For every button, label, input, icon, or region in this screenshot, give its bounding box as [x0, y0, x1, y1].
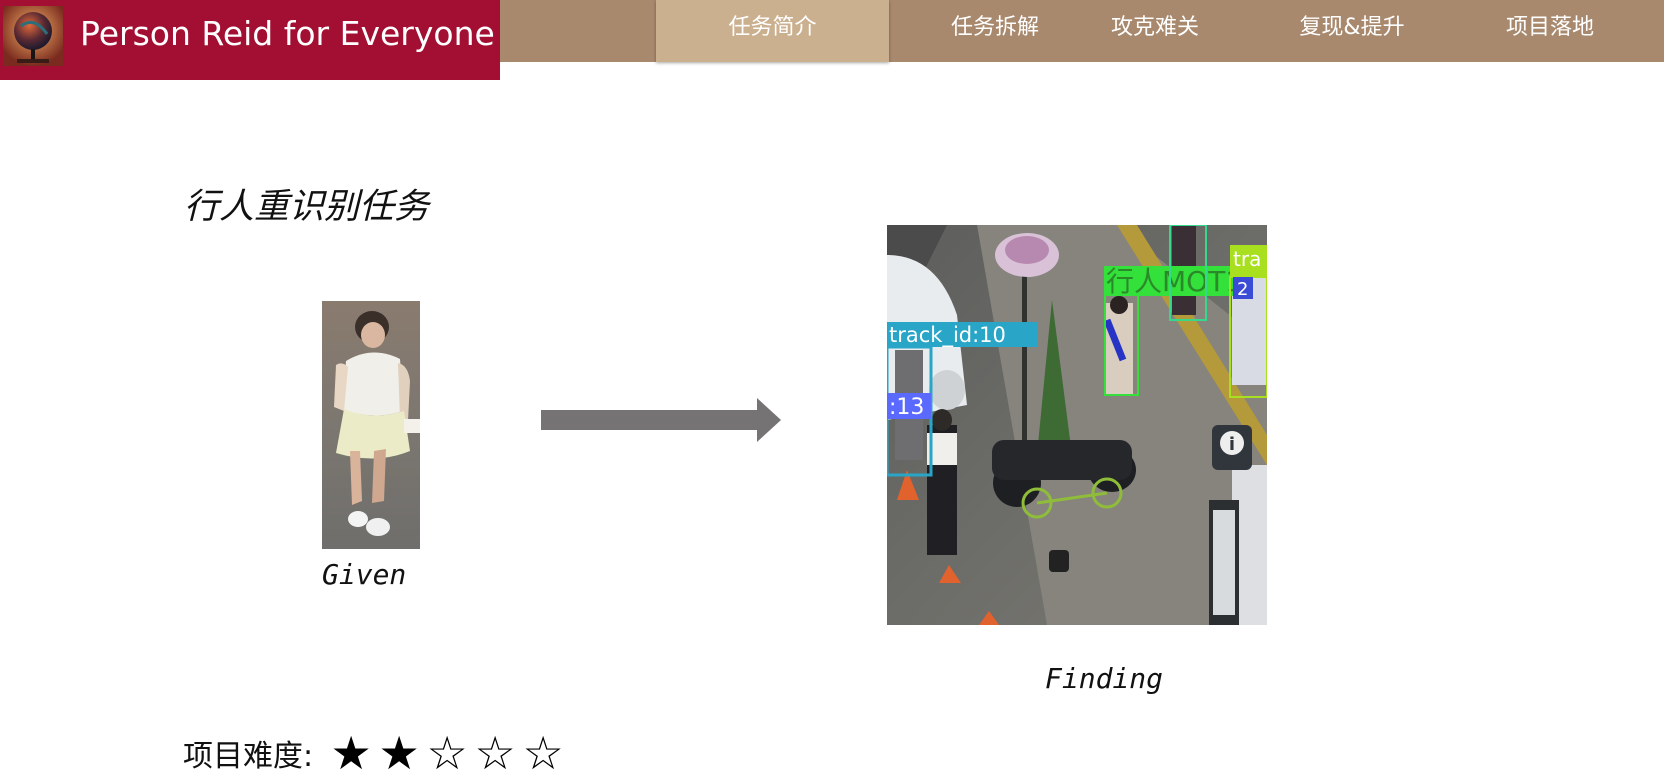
star-filled-icon: ★ — [330, 726, 372, 780]
tracking-scene-image: i 行人MOT1 tra 2 track_id:10 :13 — [885, 224, 1268, 625]
logo-icon — [3, 6, 63, 66]
brand-title: Person Reid for Everyone — [80, 14, 495, 53]
track-label-partial: tra — [1233, 247, 1261, 271]
star-rating: ★ ★ ☆ ☆ ☆ — [325, 730, 565, 776]
query-caption: Given — [322, 558, 407, 591]
query-pedestrian-image — [322, 301, 420, 549]
brand-banner[interactable]: Person Reid for Everyone — [0, 0, 500, 80]
track-label-10: track_id:10 — [889, 323, 1006, 348]
nav-item-challenges[interactable]: 攻克难关 — [1090, 0, 1220, 62]
info-icon: i — [1229, 434, 1235, 455]
star-filled-icon: ★ — [378, 726, 420, 780]
track-label-13: :13 — [889, 395, 924, 420]
star-empty-icon: ☆ — [474, 726, 516, 780]
nav-item-reproduce-improve[interactable]: 复现&提升 — [1282, 0, 1422, 62]
star-empty-icon: ☆ — [522, 726, 564, 780]
arrow-right-icon — [541, 398, 781, 442]
nav-item-task-breakdown[interactable]: 任务拆解 — [930, 0, 1060, 62]
result-caption: Finding — [1045, 662, 1164, 695]
track-label-mot: 行人MOT1 — [1106, 265, 1243, 298]
track-label-2: 2 — [1237, 279, 1248, 300]
difficulty-label: 项目难度: — [183, 739, 314, 774]
nav-item-task-intro[interactable]: 任务简介 — [656, 0, 889, 62]
star-empty-icon: ☆ — [426, 726, 468, 780]
difficulty-rating: 项目难度: ★ ★ ☆ ☆ ☆ — [183, 728, 565, 778]
section-title: 行人重识别任务 — [184, 187, 430, 227]
nav-item-deployment[interactable]: 项目落地 — [1485, 0, 1615, 62]
